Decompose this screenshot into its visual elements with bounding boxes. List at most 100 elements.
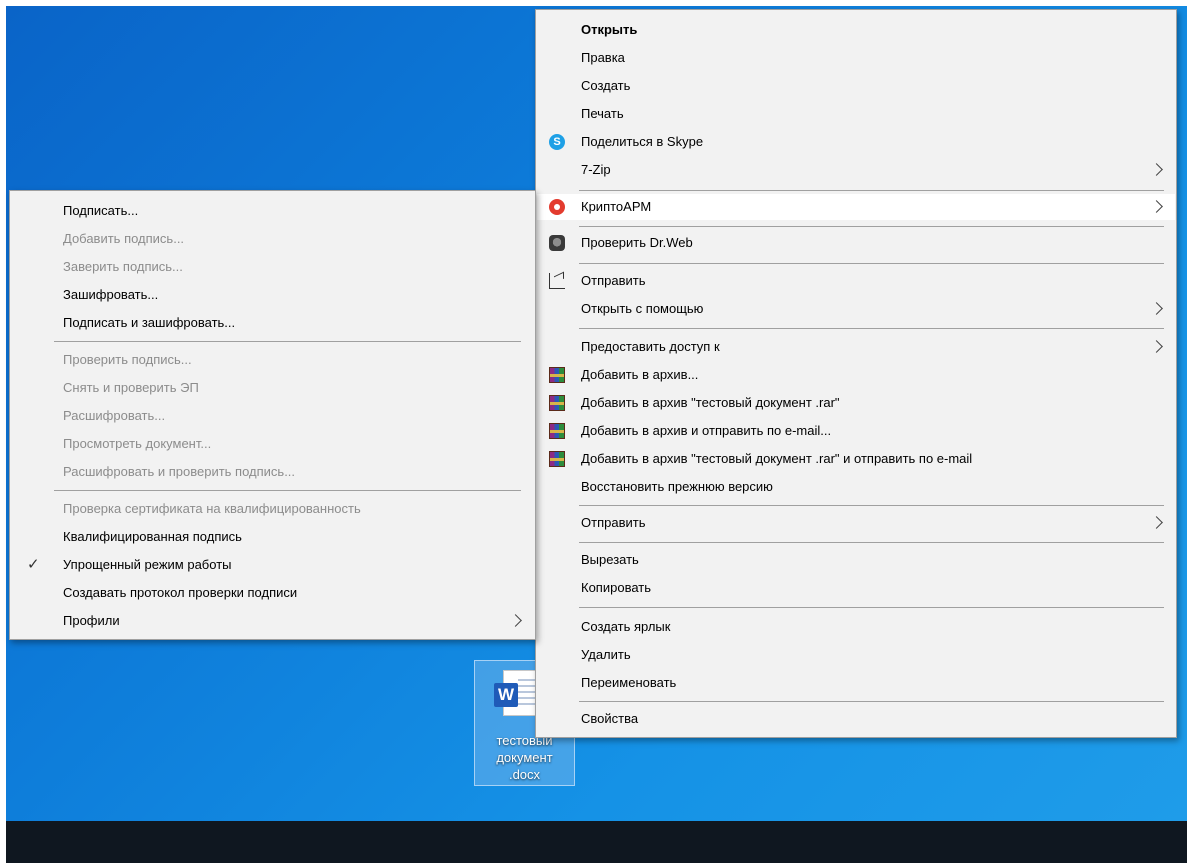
menu-item-label: Профили <box>63 613 120 628</box>
submenu-item-add-signature[interactable]: Добавить подпись... <box>11 226 534 252</box>
submenu-item-cert-qualified-check[interactable]: Проверка сертификата на квалифицированно… <box>11 496 534 522</box>
menu-item-label: Предоставить доступ к <box>581 339 720 354</box>
menu-item-label: Добавить подпись... <box>63 231 185 246</box>
submenu-item-view-document[interactable]: Просмотреть документ... <box>11 431 534 457</box>
menu-item-share-skype[interactable]: S Поделиться в Skype <box>537 129 1175 155</box>
checkmark-icon: ✓ <box>27 556 40 573</box>
menu-item-create-shortcut[interactable]: Создать ярлык <box>537 614 1175 640</box>
menu-item-cryptoarm[interactable]: КриптоАРМ <box>537 194 1175 220</box>
menu-item-label: Добавить в архив "тестовый документ .rar… <box>581 395 840 410</box>
screen: W тестовый документ .docx Открыть Правка… <box>0 0 1187 863</box>
menu-item-delete[interactable]: Удалить <box>537 642 1175 668</box>
submenu-item-profiles[interactable]: Профили <box>11 608 534 634</box>
menu-item-label: Отправить <box>581 515 646 530</box>
submenu-item-decrypt[interactable]: Расшифровать... <box>11 403 534 429</box>
menu-item-rename[interactable]: Переименовать <box>537 670 1175 696</box>
chevron-right-icon <box>1150 340 1163 353</box>
menu-separator <box>54 490 521 491</box>
menu-item-label: Добавить в архив и отправить по e-mail..… <box>581 423 832 438</box>
menu-item-label: Подписать и зашифровать... <box>63 315 236 330</box>
share-icon <box>549 273 565 289</box>
menu-item-label: Расшифровать и проверить подпись... <box>63 464 296 479</box>
menu-item-label: Проверить Dr.Web <box>581 235 693 250</box>
menu-item-label: Открыть с помощью <box>581 301 704 316</box>
menu-item-copy[interactable]: Копировать <box>537 575 1175 601</box>
menu-item-add-archive-named-email[interactable]: Добавить в архив "тестовый документ .rar… <box>537 446 1175 472</box>
menu-item-label: Переименовать <box>581 675 677 690</box>
menu-item-label: 7-Zip <box>581 162 611 177</box>
cryptoarm-icon <box>549 199 565 215</box>
menu-separator <box>579 263 1164 264</box>
menu-separator <box>579 328 1164 329</box>
winrar-icon <box>549 451 565 467</box>
word-document-icon: W <box>494 683 518 707</box>
menu-item-label: Снять и проверить ЭП <box>63 380 199 395</box>
menu-item-label: Проверка сертификата на квалифицированно… <box>63 501 361 516</box>
context-menu: Открыть Правка Создать Печать S Поделить… <box>535 9 1177 738</box>
menu-item-label: Проверить подпись... <box>63 352 192 367</box>
menu-item-label: Упрощенный режим работы <box>63 557 232 572</box>
menu-item-label: Восстановить прежнюю версию <box>581 479 773 494</box>
menu-item-add-archive-email[interactable]: Добавить в архив и отправить по e-mail..… <box>537 418 1175 444</box>
winrar-icon <box>549 423 565 439</box>
menu-item-print[interactable]: Печать <box>537 101 1175 127</box>
submenu-item-create-protocol[interactable]: Создавать протокол проверки подписи <box>11 580 534 606</box>
menu-item-open-with[interactable]: Открыть с помощью <box>537 296 1175 322</box>
menu-item-label: Добавить в архив... <box>581 367 699 382</box>
menu-item-give-access[interactable]: Предоставить доступ к <box>537 334 1175 360</box>
menu-item-send-to[interactable]: Отправить <box>537 510 1175 536</box>
menu-item-label: Добавить в архив "тестовый документ .rar… <box>581 451 973 466</box>
menu-item-drweb[interactable]: Проверить Dr.Web <box>537 230 1175 256</box>
menu-item-create[interactable]: Создать <box>537 73 1175 99</box>
submenu-item-remove-verify[interactable]: Снять и проверить ЭП <box>11 375 534 401</box>
menu-item-label: Квалифицированная подпись <box>63 529 242 544</box>
menu-separator <box>579 226 1164 227</box>
menu-item-7zip[interactable]: 7-Zip <box>537 157 1175 183</box>
menu-item-label: Зашифровать... <box>63 287 159 302</box>
taskbar <box>6 821 1187 863</box>
menu-item-label: Создать <box>581 78 631 93</box>
menu-separator <box>579 607 1164 608</box>
menu-item-label: Создавать протокол проверки подписи <box>63 585 298 600</box>
menu-item-label: Поделиться в Skype <box>581 134 704 149</box>
file-name-label: тестовый документ .docx <box>496 733 553 782</box>
menu-item-add-archive-named[interactable]: Добавить в архив "тестовый документ .rar… <box>537 390 1175 416</box>
menu-item-label: Подписать... <box>63 203 139 218</box>
menu-item-label: Копировать <box>581 580 651 595</box>
winrar-icon <box>549 367 565 383</box>
chevron-right-icon <box>509 614 522 627</box>
menu-separator <box>579 701 1164 702</box>
menu-item-label: Свойства <box>581 711 639 726</box>
submenu-item-sign[interactable]: Подписать... <box>11 198 534 224</box>
menu-item-label: Создать ярлык <box>581 619 671 634</box>
submenu-item-verify-signature[interactable]: Проверить подпись... <box>11 347 534 373</box>
menu-item-edit[interactable]: Правка <box>537 45 1175 71</box>
submenu-item-encrypt[interactable]: Зашифровать... <box>11 282 534 308</box>
skype-icon: S <box>549 134 565 150</box>
menu-item-add-archive[interactable]: Добавить в архив... <box>537 362 1175 388</box>
menu-separator <box>579 505 1164 506</box>
menu-item-open[interactable]: Открыть <box>537 17 1175 43</box>
chevron-right-icon <box>1150 516 1163 529</box>
menu-separator <box>579 190 1164 191</box>
cryptoarm-submenu: Подписать... Добавить подпись... Заверит… <box>9 190 536 640</box>
menu-item-send-share[interactable]: Отправить <box>537 268 1175 294</box>
chevron-right-icon <box>1150 302 1163 315</box>
menu-item-label: Вырезать <box>581 552 639 567</box>
menu-item-label: Правка <box>581 50 625 65</box>
menu-item-label: КриптоАРМ <box>581 199 652 214</box>
menu-separator <box>54 341 521 342</box>
submenu-item-certify-signature[interactable]: Заверить подпись... <box>11 254 534 280</box>
chevron-right-icon <box>1150 200 1163 213</box>
submenu-item-qualified-signature[interactable]: Квалифицированная подпись <box>11 524 534 550</box>
submenu-item-simplified-mode[interactable]: ✓ Упрощенный режим работы <box>11 552 534 578</box>
menu-item-properties[interactable]: Свойства <box>537 706 1175 732</box>
winrar-icon <box>549 395 565 411</box>
submenu-item-decrypt-verify[interactable]: Расшифровать и проверить подпись... <box>11 459 534 485</box>
menu-item-label: Удалить <box>581 647 631 662</box>
menu-item-label: Заверить подпись... <box>63 259 183 274</box>
menu-item-cut[interactable]: Вырезать <box>537 547 1175 573</box>
menu-item-restore-version[interactable]: Восстановить прежнюю версию <box>537 474 1175 500</box>
submenu-item-sign-encrypt[interactable]: Подписать и зашифровать... <box>11 310 534 336</box>
chevron-right-icon <box>1150 163 1163 176</box>
